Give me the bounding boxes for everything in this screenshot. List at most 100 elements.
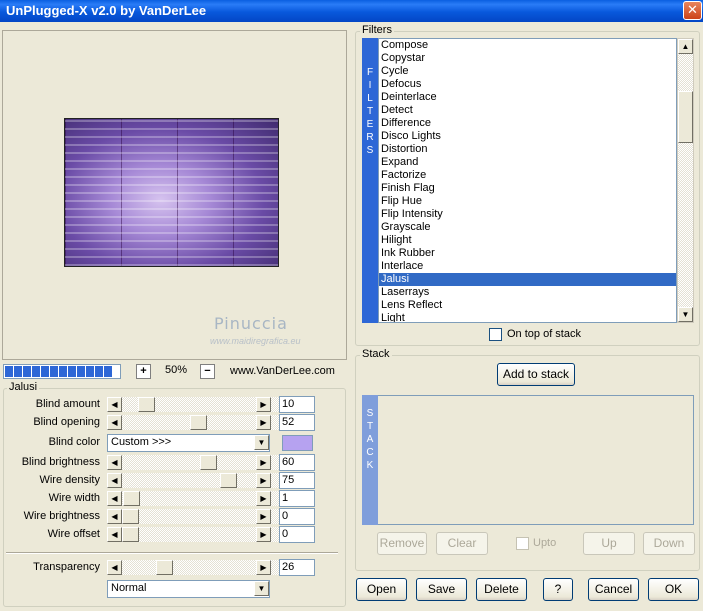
- filter-item[interactable]: Factorize: [379, 169, 676, 182]
- stack-vertical-letter: K: [366, 460, 374, 471]
- blend-mode-dropdown[interactable]: Normal: [107, 580, 270, 598]
- chevron-left-icon[interactable]: ◀: [107, 491, 122, 506]
- chevron-down-icon[interactable]: ▼: [254, 435, 269, 450]
- wire-density-value[interactable]: 75: [279, 472, 315, 489]
- progress-segment: [50, 366, 58, 377]
- wire-brightness-thumb[interactable]: [122, 509, 139, 524]
- filter-item[interactable]: Cycle: [379, 65, 676, 78]
- filter-item[interactable]: Distortion: [379, 143, 676, 156]
- chevron-right-icon[interactable]: ▶: [256, 527, 271, 542]
- chevron-left-icon[interactable]: ◀: [107, 560, 122, 575]
- stack-group-label: Stack: [360, 348, 392, 360]
- scroll-up-icon[interactable]: ▲: [678, 39, 693, 54]
- blind-opening-value[interactable]: 52: [279, 414, 315, 431]
- close-button[interactable]: ✕: [683, 1, 702, 20]
- website-link[interactable]: www.VanDerLee.com: [230, 365, 335, 377]
- filters-vertical-letter: R: [366, 132, 374, 143]
- stack-vertical-letter: T: [366, 421, 374, 432]
- chevron-left-icon[interactable]: ◀: [107, 415, 122, 430]
- transparency-thumb[interactable]: [156, 560, 173, 575]
- chevron-right-icon[interactable]: ▶: [256, 560, 271, 575]
- scroll-down-icon[interactable]: ▼: [678, 307, 693, 322]
- help-button[interactable]: ?: [543, 578, 573, 601]
- chevron-left-icon[interactable]: ◀: [107, 473, 122, 488]
- remove-button[interactable]: Remove: [377, 532, 427, 555]
- delete-button[interactable]: Delete: [476, 578, 527, 601]
- wire-density-label: Wire density: [39, 474, 100, 486]
- up-button[interactable]: Up: [583, 532, 635, 555]
- on-top-checkbox[interactable]: [489, 328, 502, 341]
- clear-button[interactable]: Clear: [436, 532, 488, 555]
- chevron-right-icon[interactable]: ▶: [256, 415, 271, 430]
- scroll-thumb[interactable]: [678, 91, 693, 143]
- chevron-left-icon[interactable]: ◀: [107, 527, 122, 542]
- blind-color-value: Custom >>>: [111, 436, 172, 448]
- chevron-down-icon[interactable]: ▼: [254, 581, 269, 596]
- blind-opening-thumb[interactable]: [190, 415, 207, 430]
- ok-button[interactable]: OK: [648, 578, 699, 601]
- filter-item[interactable]: Interlace: [379, 260, 676, 273]
- filter-item[interactable]: Hilight: [379, 234, 676, 247]
- filter-item[interactable]: Compose: [379, 39, 676, 52]
- down-button[interactable]: Down: [643, 532, 695, 555]
- cancel-button[interactable]: Cancel: [588, 578, 639, 601]
- save-button[interactable]: Save: [416, 578, 467, 601]
- progress-segment: [68, 366, 76, 377]
- filter-item[interactable]: Lens Reflect: [379, 299, 676, 312]
- filter-item[interactable]: Disco Lights: [379, 130, 676, 143]
- zoom-out-button[interactable]: −: [200, 364, 215, 379]
- filter-item[interactable]: Difference: [379, 117, 676, 130]
- wire-width-value[interactable]: 1: [279, 490, 315, 507]
- filter-item[interactable]: Jalusi: [379, 273, 676, 286]
- filter-item[interactable]: Grayscale: [379, 221, 676, 234]
- blind-color-label: Blind color: [48, 436, 100, 448]
- wire-offset-thumb[interactable]: [122, 527, 139, 542]
- blind-amount-value[interactable]: 10: [279, 396, 315, 413]
- wire-brightness-value[interactable]: 0: [279, 508, 315, 525]
- filters-group-label: Filters: [360, 24, 394, 36]
- wire-offset-value[interactable]: 0: [279, 526, 315, 543]
- blend-mode-value: Normal: [111, 582, 147, 594]
- chevron-right-icon[interactable]: ▶: [256, 397, 271, 412]
- chevron-right-icon[interactable]: ▶: [256, 455, 271, 470]
- filters-vertical-letter: T: [366, 106, 374, 117]
- chevron-left-icon[interactable]: ◀: [107, 397, 122, 412]
- blind-brightness-thumb[interactable]: [200, 455, 217, 470]
- filter-item[interactable]: Copystar: [379, 52, 676, 65]
- separator: [6, 552, 338, 554]
- blind-amount-thumb[interactable]: [138, 397, 155, 412]
- filter-item[interactable]: Ink Rubber: [379, 247, 676, 260]
- blind-color-swatch[interactable]: [282, 435, 313, 451]
- filter-item[interactable]: Expand: [379, 156, 676, 169]
- filter-item[interactable]: Deinterlace: [379, 91, 676, 104]
- open-button[interactable]: Open: [356, 578, 407, 601]
- filter-item[interactable]: Finish Flag: [379, 182, 676, 195]
- upto-checkbox[interactable]: [516, 537, 529, 550]
- filter-item[interactable]: Detect: [379, 104, 676, 117]
- blind-brightness-value[interactable]: 60: [279, 454, 315, 471]
- chevron-left-icon[interactable]: ◀: [107, 455, 122, 470]
- wire-density-thumb[interactable]: [220, 473, 237, 488]
- transparency-value[interactable]: 26: [279, 559, 315, 576]
- progress-segment: [59, 366, 67, 377]
- chevron-left-icon[interactable]: ◀: [107, 509, 122, 524]
- blind-color-dropdown[interactable]: Custom >>>: [107, 434, 270, 452]
- chevron-right-icon[interactable]: ▶: [256, 473, 271, 488]
- stack-vertical-letter: A: [366, 434, 374, 445]
- filter-list-scrollbar[interactable]: ▲ ▼: [677, 38, 694, 323]
- filter-item[interactable]: Flip Intensity: [379, 208, 676, 221]
- stack-list[interactable]: [378, 395, 694, 525]
- preview-image[interactable]: [64, 118, 279, 267]
- progress-segment: [86, 366, 94, 377]
- filter-item[interactable]: Defocus: [379, 78, 676, 91]
- filter-item[interactable]: Laserrays: [379, 286, 676, 299]
- filter-list[interactable]: Compose Copystar Cycle Defocus Deinterlace De…: [378, 38, 677, 323]
- chevron-right-icon[interactable]: ▶: [256, 491, 271, 506]
- add-to-stack-button[interactable]: Add to stack: [497, 363, 575, 386]
- chevron-right-icon[interactable]: ▶: [256, 509, 271, 524]
- wire-width-thumb[interactable]: [123, 491, 140, 506]
- zoom-in-button[interactable]: +: [136, 364, 151, 379]
- wire-offset-label: Wire offset: [47, 528, 100, 540]
- filter-item[interactable]: Light: [379, 312, 676, 322]
- filter-item[interactable]: Flip Hue: [379, 195, 676, 208]
